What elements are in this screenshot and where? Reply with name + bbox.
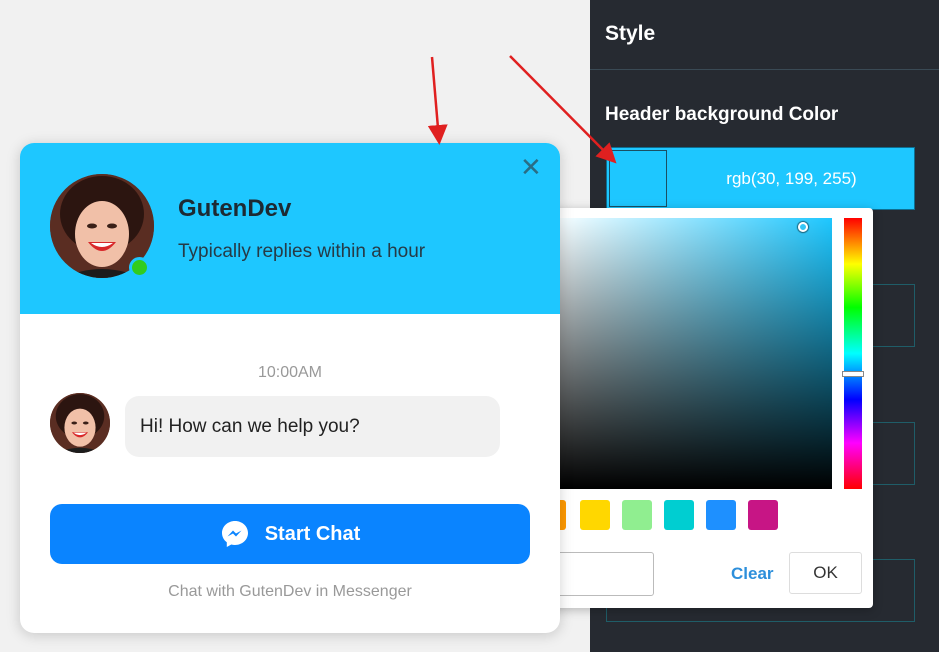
ok-button[interactable]: OK bbox=[789, 552, 862, 594]
preset-swatch-turquoise[interactable] bbox=[664, 500, 694, 530]
start-chat-button[interactable]: Start Chat bbox=[50, 504, 530, 564]
hue-handle[interactable] bbox=[842, 371, 864, 377]
close-icon[interactable]: ✕ bbox=[520, 154, 542, 180]
header-bg-color-field[interactable]: rgb(30, 199, 255) bbox=[606, 147, 915, 210]
messenger-footer-note: Chat with GutenDev in Messenger bbox=[168, 583, 412, 600]
color-swatch[interactable] bbox=[609, 150, 667, 207]
agent-name: GutenDev bbox=[178, 195, 292, 222]
clear-button[interactable]: Clear bbox=[731, 564, 774, 584]
online-status-dot bbox=[129, 257, 150, 278]
chat-widget: ✕ GutenDev Typically replies within a ho… bbox=[20, 143, 560, 633]
widget-header: ✕ GutenDev Typically replies within a ho… bbox=[20, 143, 560, 314]
sv-handle[interactable] bbox=[798, 222, 808, 232]
saturation-value-area[interactable] bbox=[550, 218, 832, 489]
message-timestamp: 10:00AM bbox=[257, 364, 323, 381]
arrow-to-header bbox=[427, 56, 448, 145]
header-bg-label: Header background Color bbox=[605, 104, 839, 125]
color-picker: Clear OK bbox=[530, 208, 873, 608]
message-avatar bbox=[50, 393, 110, 453]
preset-swatch-violet[interactable] bbox=[748, 500, 778, 530]
color-value: rgb(30, 199, 255) bbox=[726, 169, 857, 188]
preset-swatch-gold[interactable] bbox=[580, 500, 610, 530]
message-bubble: Hi! How can we help you? bbox=[125, 396, 500, 457]
start-chat-label: Start Chat bbox=[264, 522, 361, 545]
reply-time-text: Typically replies within a hour bbox=[178, 241, 426, 262]
preset-swatch-lightgreen[interactable] bbox=[622, 500, 652, 530]
panel-divider bbox=[590, 69, 939, 70]
hex-input[interactable] bbox=[550, 552, 654, 596]
messenger-icon bbox=[221, 521, 248, 547]
preset-swatch-blue[interactable] bbox=[706, 500, 736, 530]
hue-slider[interactable] bbox=[842, 218, 864, 489]
panel-title: Style bbox=[605, 22, 656, 45]
